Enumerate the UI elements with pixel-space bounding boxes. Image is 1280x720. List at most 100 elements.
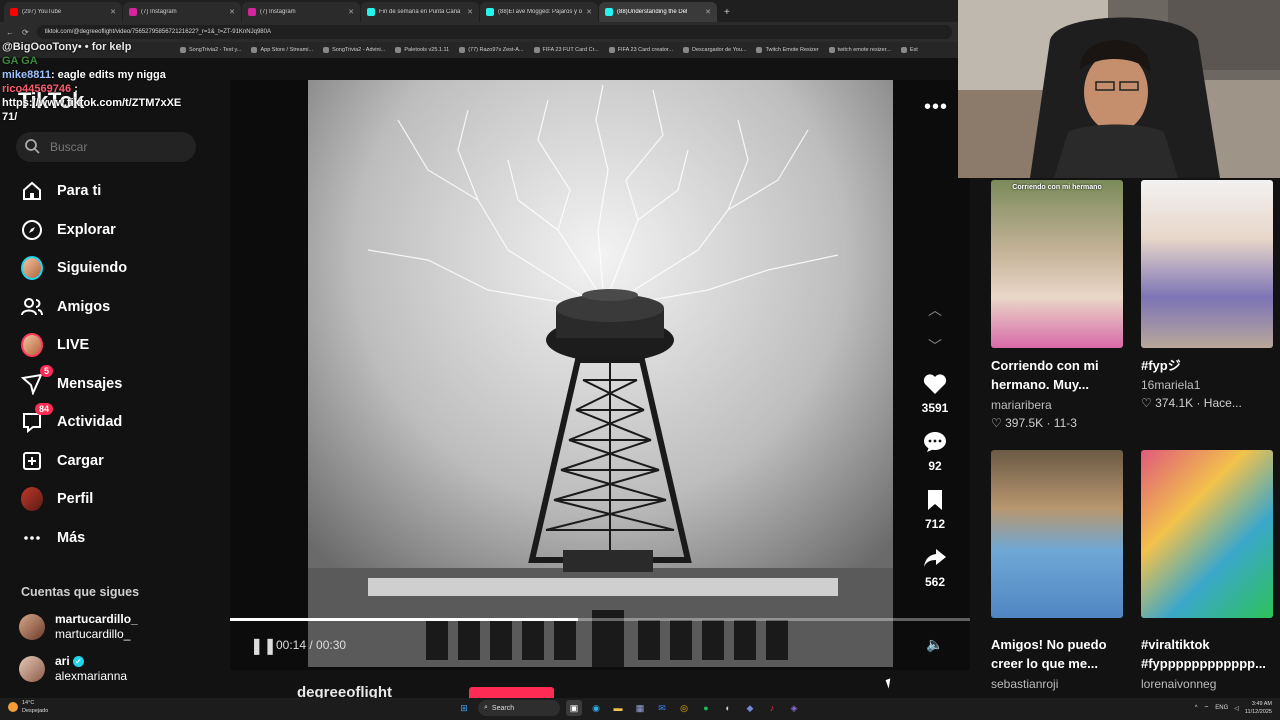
close-icon[interactable]: ✕ <box>229 8 235 16</box>
sidebar-item-mas[interactable]: Más <box>0 519 222 558</box>
bookmark-item[interactable]: FIFA 23 Card creator... <box>608 47 673 53</box>
browser-tab[interactable]: Fin de semana en Punta Cana ✕ <box>361 2 479 22</box>
chat-line: https://www.tiktok.com/t/ZTM7xXE <box>2 97 182 109</box>
related-video-author[interactable]: 16mariela1 <box>1141 378 1200 392</box>
close-icon[interactable]: ✕ <box>110 8 116 16</box>
tab-label: (297) YouTube <box>22 9 62 15</box>
sidebar-item-explorar[interactable]: Explorar <box>0 211 222 250</box>
sidebar-item-amigos[interactable]: Amigos <box>0 288 222 327</box>
webcam-overlay <box>958 0 1280 178</box>
comment-icon[interactable] <box>912 430 958 454</box>
clock[interactable]: 3:49 AM 11/12/2025 <box>1245 700 1272 716</box>
sidebar-item-perfil[interactable]: Perfil <box>0 480 222 519</box>
language-indicator[interactable]: ENG <box>1215 705 1228 711</box>
sidebar-item-label: Más <box>57 529 86 546</box>
heart-icon[interactable] <box>912 372 958 396</box>
browser-tab[interactable]: (88)El ave Mogged: Pájaros y o ✕ <box>480 2 598 22</box>
share-icon[interactable] <box>912 546 958 570</box>
new-tab-button[interactable]: + <box>718 7 736 22</box>
sidebar-item-actividad[interactable]: 84 Actividad <box>0 403 222 442</box>
following-item[interactable]: ari ✓ alexmarianna <box>19 654 127 684</box>
bookmark-item[interactable]: Twitch Emote Resizer <box>756 47 819 53</box>
bookmark-item[interactable]: App Store / Streami... <box>251 47 313 53</box>
close-icon[interactable]: ✕ <box>586 8 592 16</box>
url-field[interactable]: tiktok.com/@degreeoflight/video/75652795… <box>36 25 952 39</box>
bookmark-item[interactable]: Paletools v25.1.11 <box>395 47 449 53</box>
save-action[interactable]: 712 <box>912 488 958 531</box>
sidebar-item-para-ti[interactable]: Para ti <box>0 172 222 211</box>
tab-favicon-icon <box>486 8 494 16</box>
sidebar-item-mensajes[interactable]: 5 Mensajes <box>0 364 222 404</box>
mail-icon[interactable]: ✉ <box>654 700 670 716</box>
windows-start-icon[interactable]: ⊞ <box>456 700 472 716</box>
sidebar-item-label: Amigos <box>57 298 111 315</box>
reload-icon[interactable]: ⟳ <box>22 28 29 37</box>
close-icon[interactable]: ✕ <box>348 8 354 16</box>
related-video-author[interactable]: mariaribera <box>991 398 1052 412</box>
pause-icon[interactable]: ❚❚ <box>250 636 277 656</box>
share-action[interactable]: 562 <box>912 546 958 589</box>
bookmark-item[interactable]: Est <box>900 47 918 53</box>
chat-message: : eagle edits my nigga <box>50 69 166 81</box>
related-video-title[interactable]: #viraltiktok #fypppppppppppp... <box>1141 635 1279 673</box>
video-progress-bar[interactable] <box>230 618 970 621</box>
weather-widget[interactable]: 14°C Despejado <box>8 699 48 715</box>
chevron-up-icon[interactable]: ^ <box>1195 705 1198 711</box>
spotify-icon[interactable]: ● <box>698 700 714 716</box>
sidebar-item-siguiendo[interactable]: Siguiendo <box>0 249 222 288</box>
chevron-up-icon[interactable]: ︿ <box>928 300 942 320</box>
related-video-thumbnail[interactable] <box>1141 180 1273 348</box>
related-video-thumbnail[interactable] <box>1141 450 1273 618</box>
search-input[interactable]: Buscar <box>16 132 196 162</box>
related-stats-text: 374.1K · Hace... <box>1155 396 1242 410</box>
video-frame[interactable] <box>308 80 893 667</box>
related-video-author[interactable]: lorenaivonneg <box>1141 677 1216 691</box>
store-icon[interactable]: ▦ <box>632 700 648 716</box>
music-icon[interactable]: ♪ <box>764 700 780 716</box>
comment-action[interactable]: 92 <box>912 430 958 473</box>
bookmark-favicon-icon <box>828 47 835 53</box>
related-video-thumbnail[interactable] <box>991 450 1123 618</box>
avatar <box>19 656 45 682</box>
related-video-title[interactable]: Amigos! No puedo creer lo que me... <box>991 635 1129 673</box>
discord-icon[interactable]: ◆ <box>742 700 758 716</box>
back-icon[interactable]: ← <box>6 28 14 37</box>
more-options-icon[interactable]: ••• <box>924 96 948 119</box>
bookmark-favicon-icon <box>533 47 540 53</box>
teams-icon[interactable]: ◈ <box>786 700 802 716</box>
sidebar-item-live[interactable]: LIVE <box>0 326 222 365</box>
bookmark-icon[interactable] <box>912 488 958 512</box>
bookmark-item[interactable]: (77) Razo97s Zest-A... <box>459 47 524 53</box>
browser-tab[interactable]: (7) Instagram ✕ <box>242 2 360 22</box>
chrome-icon[interactable]: ◎ <box>676 700 692 716</box>
bookmark-item[interactable]: SongTrivia2 - Advini... <box>323 47 385 53</box>
video-progress-fill <box>230 618 578 621</box>
volume-icon[interactable]: 🔈 <box>926 636 943 653</box>
related-video-thumbnail[interactable]: Corriendo con mi hermano <box>991 180 1123 348</box>
following-item[interactable]: martucardillo_ martucardillo_ <box>19 612 138 642</box>
file-explorer-icon[interactable]: ▬ <box>610 700 626 716</box>
taskbar-search[interactable]: ⌕ Search <box>478 700 560 716</box>
bookmark-item[interactable]: twitch emote resizer... <box>828 47 891 53</box>
browser-tab[interactable]: (7) Instagram ✕ <box>123 2 241 22</box>
tab-favicon-icon <box>367 8 375 16</box>
tab-label: (88)Understanding the Del <box>617 9 688 15</box>
speaker-icon[interactable]: ◁ <box>1234 705 1239 712</box>
related-video-author[interactable]: sebastianroji <box>991 677 1058 691</box>
steam-icon[interactable]: ◐ <box>720 700 736 716</box>
bookmark-item[interactable]: Descargador de You... <box>683 47 746 53</box>
task-view-icon[interactable]: ▣ <box>566 700 582 716</box>
related-video-title[interactable]: #fypジ <box>1141 356 1279 375</box>
sidebar-item-cargar[interactable]: Cargar <box>0 442 222 481</box>
close-icon[interactable]: ✕ <box>705 8 711 16</box>
edge-icon[interactable]: ◉ <box>588 700 604 716</box>
chevron-down-icon[interactable]: ﹀ <box>928 336 942 356</box>
browser-tab[interactable]: (88)Understanding the Del ✕ <box>599 2 717 22</box>
browser-tab[interactable]: (297) YouTube ✕ <box>4 2 122 22</box>
wifi-icon[interactable]: ⌔ <box>1204 704 1210 712</box>
close-icon[interactable]: ✕ <box>467 8 473 16</box>
like-action[interactable]: 3591 <box>912 372 958 415</box>
bookmark-item[interactable]: FIFA 23 FUT Card Cr... <box>533 47 599 53</box>
related-video-title[interactable]: Corriendo con mi hermano. Muy... <box>991 356 1129 394</box>
bookmark-favicon-icon <box>323 47 330 53</box>
